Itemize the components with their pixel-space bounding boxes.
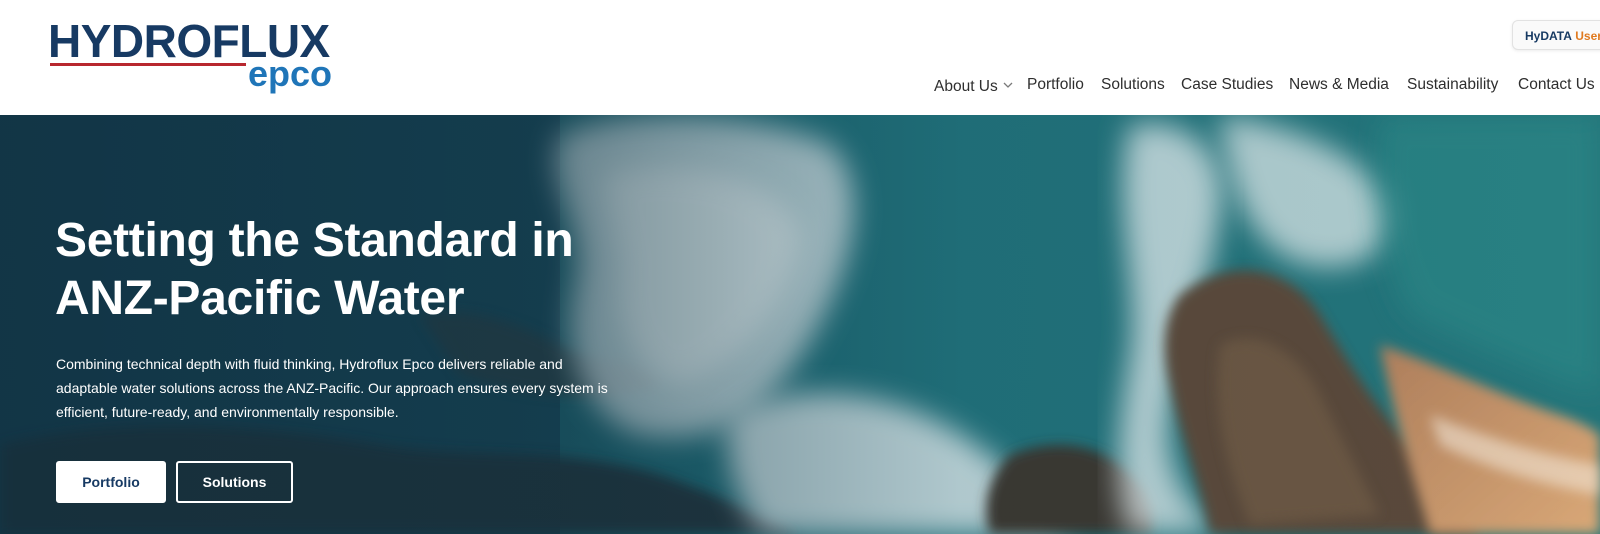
nav-item-label: About Us: [934, 78, 998, 95]
logo-underline: [50, 63, 246, 66]
nav-item-sustainability[interactable]: Sustainability: [1407, 74, 1498, 96]
hero-title-line-2: ANZ-Pacific Water: [55, 272, 465, 325]
nav-item-case-studies[interactable]: Case Studies: [1181, 74, 1273, 96]
nav-item-portfolio[interactable]: Portfolio: [1027, 74, 1084, 96]
hydroflux-epco-logo[interactable]: HYDROFLUX epco: [48, 18, 348, 98]
hero-section: Setting the Standard in ANZ-Pacific Wate…: [0, 115, 1600, 534]
hydata-user-login-button[interactable]: HyDATA User L: [1512, 20, 1600, 50]
hero-title-line-1: Setting the Standard in: [55, 214, 574, 267]
nav-item-news-media[interactable]: News & Media: [1289, 74, 1389, 96]
nav-item-about-us[interactable]: About Us: [934, 74, 1013, 98]
hero-description: Combining technical depth with fluid thi…: [56, 356, 608, 420]
hero-title: Setting the Standard in ANZ-Pacific Wate…: [55, 212, 695, 328]
site-header: HYDROFLUX epco HyDATA User L About Us Po…: [0, 0, 1600, 115]
chevron-down-icon: [1003, 74, 1013, 96]
logo-subword: epco: [248, 53, 333, 94]
hydata-label: HyDATA: [1525, 29, 1572, 43]
user-login-label: User L: [1575, 29, 1600, 43]
nav-item-contact-us[interactable]: Contact Us: [1518, 74, 1595, 96]
portfolio-button[interactable]: Portfolio: [56, 461, 166, 503]
solutions-button[interactable]: Solutions: [176, 461, 293, 503]
nav-item-solutions[interactable]: Solutions: [1101, 74, 1165, 96]
